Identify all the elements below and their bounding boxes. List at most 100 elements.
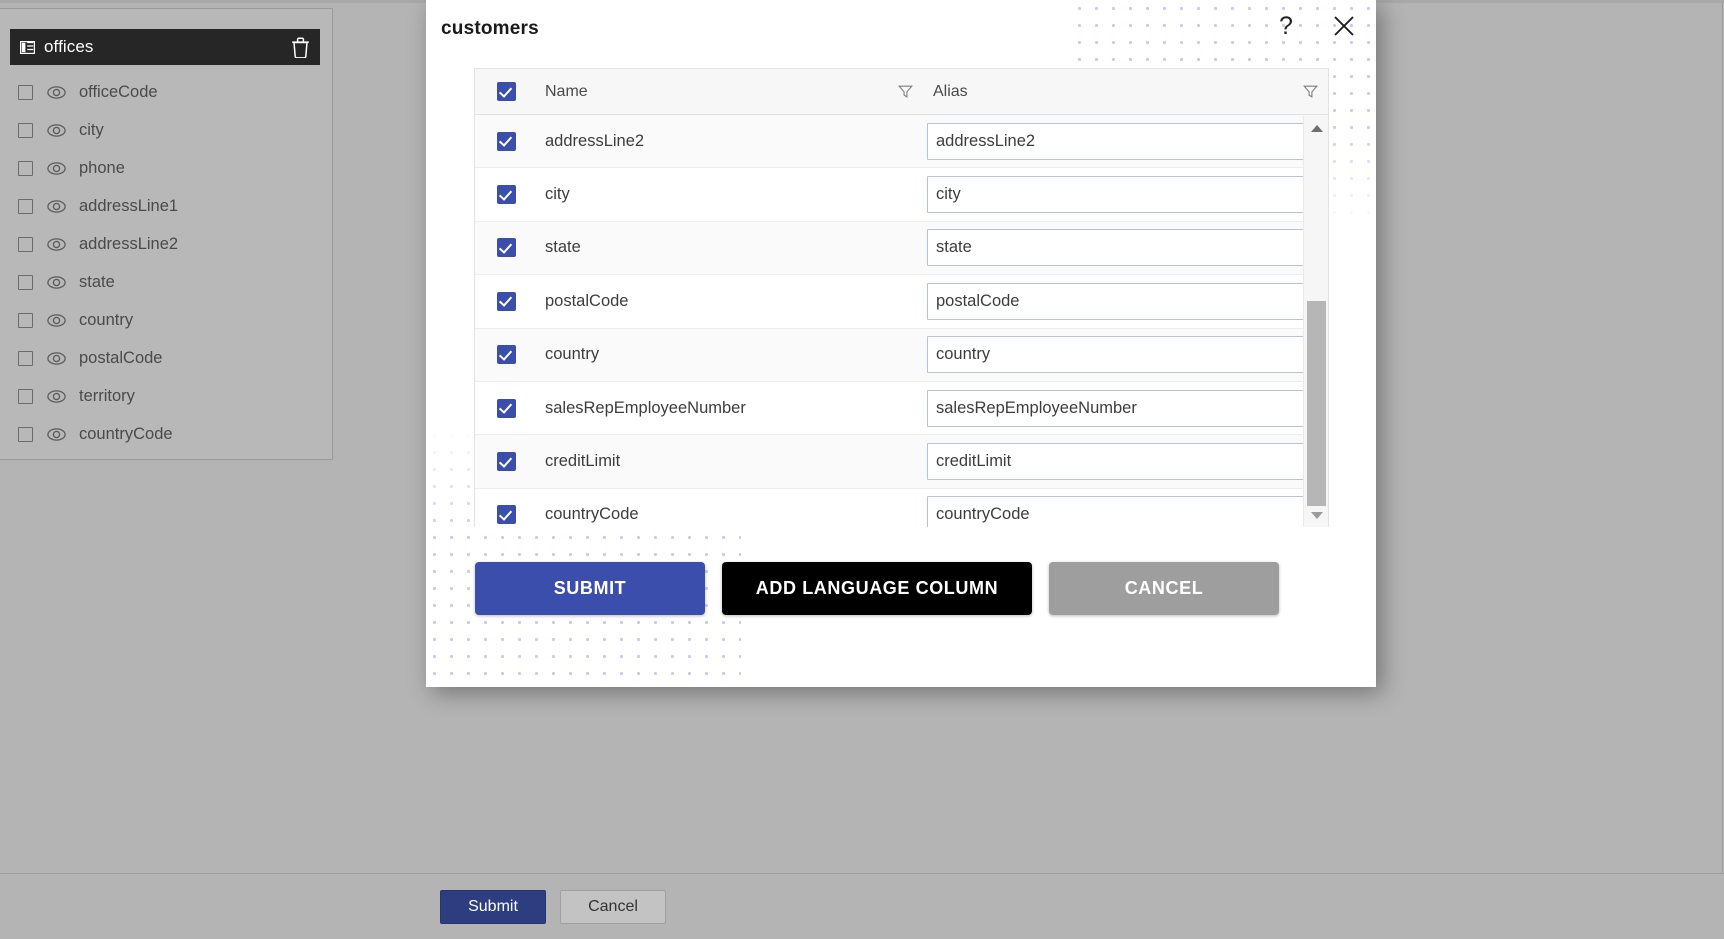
field-checkbox[interactable] (18, 122, 33, 138)
list-item[interactable]: territory (10, 377, 320, 415)
cancel-button[interactable]: CANCEL (1049, 562, 1279, 615)
dialog-title: customers (441, 18, 539, 39)
list-item[interactable]: city (10, 111, 320, 149)
field-label: state (79, 272, 115, 291)
filter-funnel-icon[interactable] (1303, 84, 1318, 99)
field-checkbox[interactable] (18, 426, 33, 442)
table-row: salesRepEmployeeNumber (475, 381, 1328, 436)
row-checkbox[interactable] (496, 345, 516, 365)
app-root: offices officeCode city phone addressLin… (0, 0, 1724, 939)
table-row: country (475, 328, 1328, 382)
page-submit-button[interactable]: Submit (440, 889, 546, 924)
scroll-down-arrow-icon[interactable] (1304, 505, 1329, 525)
field-checkbox[interactable] (18, 350, 33, 366)
row-checkbox[interactable] (496, 398, 516, 418)
field-label: countryCode (79, 424, 173, 443)
field-checkbox[interactable] (18, 198, 33, 214)
row-name: addressLine2 (545, 131, 645, 150)
table-header-row: Name Alias (475, 69, 1328, 115)
field-label: postalCode (79, 348, 163, 367)
list-item[interactable]: addressLine2 (10, 225, 320, 263)
alias-input[interactable] (927, 176, 1310, 214)
field-label: addressLine1 (79, 196, 179, 215)
field-checkbox[interactable] (18, 274, 33, 290)
list-item[interactable]: addressLine1 (10, 187, 320, 225)
page-footer-buttons: Submit Cancel (440, 889, 666, 924)
scroll-up-arrow-icon[interactable] (1304, 118, 1329, 138)
row-select-cell (475, 452, 537, 472)
row-alias-cell (927, 176, 1328, 214)
eye-icon[interactable] (47, 427, 66, 441)
eye-icon[interactable] (47, 313, 66, 327)
eye-icon[interactable] (47, 275, 66, 289)
alias-input[interactable] (927, 229, 1310, 267)
row-select-cell (475, 131, 537, 151)
field-checkbox[interactable] (18, 84, 33, 100)
alias-input[interactable] (927, 282, 1310, 320)
field-checkbox[interactable] (18, 388, 33, 404)
eye-icon[interactable] (47, 389, 66, 403)
filter-funnel-icon[interactable] (898, 84, 913, 99)
row-select-cell (475, 345, 537, 365)
column-header-alias-label: Alias (933, 82, 968, 100)
row-select-cell (475, 291, 537, 311)
eye-icon[interactable] (47, 161, 66, 175)
page-cancel-button[interactable]: Cancel (560, 889, 666, 924)
submit-button[interactable]: SUBMIT (475, 562, 705, 615)
field-label: officeCode (79, 82, 158, 101)
table-vertical-scrollbar[interactable] (1303, 116, 1328, 527)
column-header-name-label: Name (545, 82, 588, 100)
row-checkbox[interactable] (496, 185, 516, 205)
list-item[interactable]: countryCode (10, 415, 320, 453)
eye-icon[interactable] (47, 351, 66, 365)
dialog-footer-buttons: SUBMIT ADD LANGUAGE COLUMN CANCEL (475, 562, 1279, 615)
alias-input[interactable] (927, 496, 1310, 527)
entity-panel-title: offices (44, 37, 94, 56)
row-select-cell (475, 505, 537, 525)
eye-icon[interactable] (47, 237, 66, 251)
alias-input[interactable] (927, 443, 1310, 481)
list-item[interactable]: country (10, 301, 320, 339)
trash-icon[interactable] (290, 36, 310, 58)
eye-icon[interactable] (47, 123, 66, 137)
table-row: city (475, 168, 1328, 222)
row-alias-cell (927, 443, 1328, 481)
row-checkbox[interactable] (496, 505, 516, 525)
field-checkbox[interactable] (18, 236, 33, 252)
column-mapping-dialog: customers ? Name Alias addressLine2 addr… (426, 0, 1376, 687)
row-checkbox[interactable] (496, 131, 516, 151)
row-alias-cell (927, 122, 1328, 160)
list-item[interactable]: phone (10, 149, 320, 187)
row-checkbox[interactable] (496, 238, 516, 258)
row-select-cell (475, 398, 537, 418)
alias-input[interactable] (927, 336, 1310, 374)
list-item[interactable]: postalCode (10, 339, 320, 377)
table-body: addressLine2 city (475, 115, 1328, 527)
row-select-cell (475, 185, 537, 205)
column-header-name: Name (537, 83, 927, 101)
select-all-cell (475, 82, 537, 101)
list-item[interactable]: state (10, 263, 320, 301)
table-row: creditLimit (475, 435, 1328, 489)
help-glyph: ? (1279, 11, 1293, 40)
field-checkbox[interactable] (18, 160, 33, 176)
row-alias-cell (927, 282, 1328, 320)
page-footer: Submit Cancel (0, 874, 1724, 939)
eye-icon[interactable] (47, 85, 66, 99)
alias-input[interactable] (927, 389, 1310, 427)
field-label: addressLine2 (79, 234, 179, 253)
field-label: phone (79, 158, 125, 177)
add-language-column-button[interactable]: ADD LANGUAGE COLUMN (722, 562, 1032, 615)
alias-input[interactable] (927, 122, 1310, 160)
field-checkbox[interactable] (18, 312, 33, 328)
eye-icon[interactable] (47, 199, 66, 213)
entity-panel: offices officeCode city phone addressLin… (0, 8, 333, 460)
row-checkbox[interactable] (496, 291, 516, 311)
scrollbar-thumb[interactable] (1307, 301, 1326, 506)
list-item[interactable]: officeCode (10, 73, 320, 111)
question-mark-icon[interactable]: ? (1272, 12, 1300, 40)
close-icon[interactable] (1330, 12, 1358, 40)
row-name: postalCode (545, 291, 629, 310)
row-checkbox[interactable] (496, 452, 516, 472)
select-all-checkbox[interactable] (496, 82, 516, 101)
